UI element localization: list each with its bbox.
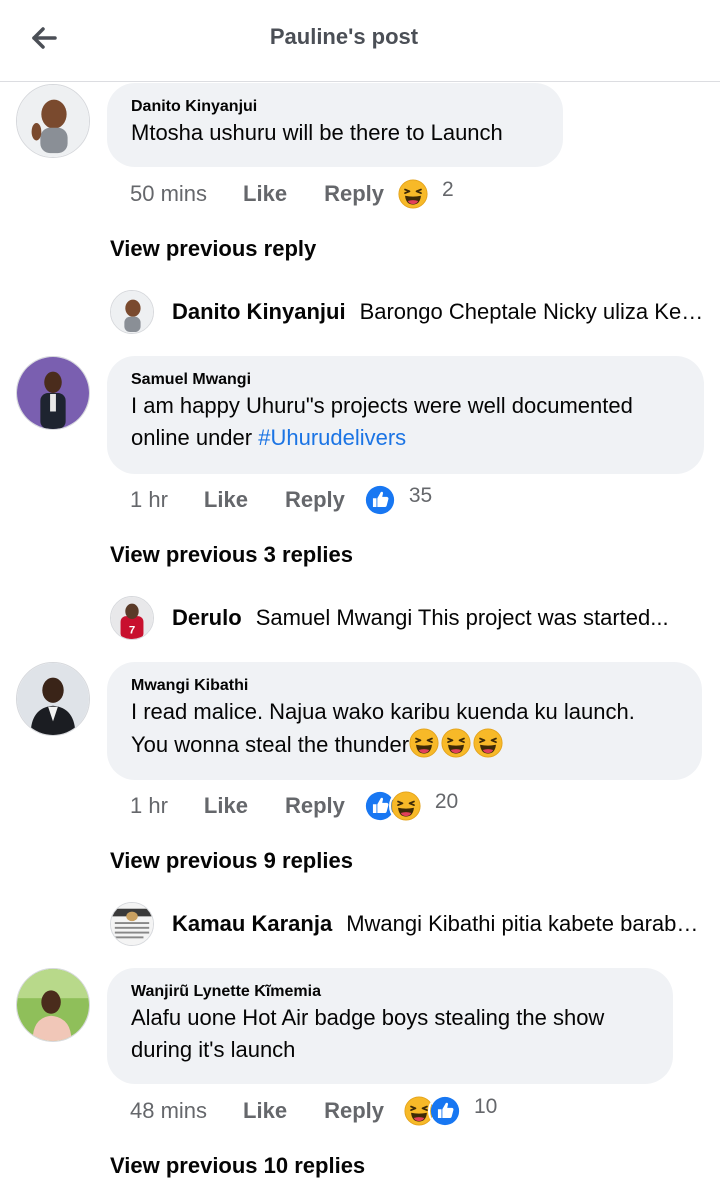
avatar[interactable] <box>16 356 90 430</box>
comment-bubble: Danito Kinyanjui Mtosha ushuru will be t… <box>107 83 563 167</box>
reply-snippet: Mwangi Kibathi pitia kabete barabara... <box>346 911 710 936</box>
page-title: Pauline's post <box>269 24 419 49</box>
avatar <box>110 290 154 334</box>
comment-author[interactable]: Wanjirũ Lynette Kĩmemia <box>131 982 649 1002</box>
reply-snippet: Samuel Mwangi This project was started..… <box>255 605 669 630</box>
comment-actions: 1 hr Like Reply 20 <box>130 788 458 824</box>
latest-reply[interactable]: Kamau Karanja Mwangi Kibathi pitia kabet… <box>110 902 710 946</box>
comment-time[interactable]: 1 hr <box>130 487 168 513</box>
like-button[interactable]: Like <box>243 1098 287 1124</box>
reply-author: Kamau Karanja <box>172 911 333 936</box>
view-previous-replies[interactable]: View previous reply <box>110 236 316 262</box>
view-previous-replies[interactable]: View previous 9 replies <box>110 848 353 874</box>
avatar[interactable] <box>16 662 90 736</box>
comment-time[interactable]: 1 hr <box>130 793 168 819</box>
view-previous-replies[interactable]: View previous 3 replies <box>110 542 353 568</box>
comment-actions: 1 hr Like Reply 35 <box>130 482 432 518</box>
laughing-emoji-icon <box>409 728 439 758</box>
laughing-emoji-icon <box>473 728 503 758</box>
comment-author[interactable]: Mwangi Kibathi <box>131 676 678 696</box>
reaction-summary[interactable] <box>402 1094 462 1128</box>
reply-button[interactable]: Reply <box>285 793 345 819</box>
comment-actions: 48 mins Like Reply 10 <box>130 1093 497 1129</box>
like-reaction-icon <box>362 483 397 517</box>
comment-text-line1: I read malice. Najua wako karibu kuenda … <box>131 699 635 724</box>
comment-bubble: Mwangi Kibathi I read malice. Najua wako… <box>107 662 702 780</box>
comment-author[interactable]: Samuel Mwangi <box>131 370 680 390</box>
laughing-emoji-icon <box>441 728 471 758</box>
avatar: 7 <box>110 596 154 640</box>
comment-text-line2: You wonna steal the thunder <box>131 732 410 757</box>
reply-snippet: Barongo Cheptale Nicky uliza Kenya... <box>359 299 710 324</box>
reaction-count: 35 <box>408 484 433 507</box>
comment-text-line2: during it's launch <box>131 1037 296 1062</box>
latest-reply[interactable]: Danito Kinyanjui Barongo Cheptale Nicky … <box>110 290 710 334</box>
reaction-summary[interactable] <box>396 177 430 211</box>
reaction-count: 10 <box>474 1095 498 1118</box>
latest-reply[interactable]: 7 Derulo Samuel Mwangi This project was … <box>110 596 710 640</box>
comment-text-line1: Alafu uone Hot Air badge boys stealing t… <box>131 1005 605 1030</box>
haha-reaction-icon <box>396 177 430 211</box>
comment-actions: 50 mins Like Reply 2 <box>130 176 454 212</box>
avatar[interactable] <box>16 84 90 158</box>
comment-text: Mtosha ushuru will be there to Launch <box>131 120 503 145</box>
reaction-count: 2 <box>442 178 454 201</box>
like-button[interactable]: Like <box>243 181 287 207</box>
comment-author[interactable]: Danito Kinyanjui <box>131 97 539 117</box>
like-button[interactable]: Like <box>204 487 248 513</box>
reply-author: Danito Kinyanjui <box>172 299 346 324</box>
hashtag-link[interactable]: #Uhurudelivers <box>258 425 406 450</box>
reaction-summary[interactable] <box>362 789 423 823</box>
like-button[interactable]: Like <box>204 793 248 819</box>
comment-time[interactable]: 48 mins <box>130 1098 207 1124</box>
reply-author: Derulo <box>172 605 242 630</box>
reply-button[interactable]: Reply <box>324 1098 384 1124</box>
avatar <box>110 902 154 946</box>
svg-text:7: 7 <box>129 624 135 636</box>
avatar[interactable] <box>16 968 90 1042</box>
header-bar: Pauline's post <box>0 0 720 82</box>
reaction-count: 20 <box>434 790 459 813</box>
reaction-summary[interactable] <box>362 483 397 517</box>
haha-reaction-icon <box>388 789 423 823</box>
comment-bubble: Wanjirũ Lynette Kĩmemia Alafu uone Hot A… <box>107 968 673 1084</box>
comment-text-line2: online under <box>131 425 259 450</box>
comment-text-line1: I am happy Uhuru"s projects were well do… <box>131 393 633 418</box>
reply-button[interactable]: Reply <box>285 487 345 513</box>
reply-button[interactable]: Reply <box>324 181 384 207</box>
comment-bubble: Samuel Mwangi I am happy Uhuru"s project… <box>107 356 704 474</box>
comment-time[interactable]: 50 mins <box>130 181 207 207</box>
like-reaction-icon <box>428 1094 462 1128</box>
view-previous-replies[interactable]: View previous 10 replies <box>110 1153 365 1179</box>
